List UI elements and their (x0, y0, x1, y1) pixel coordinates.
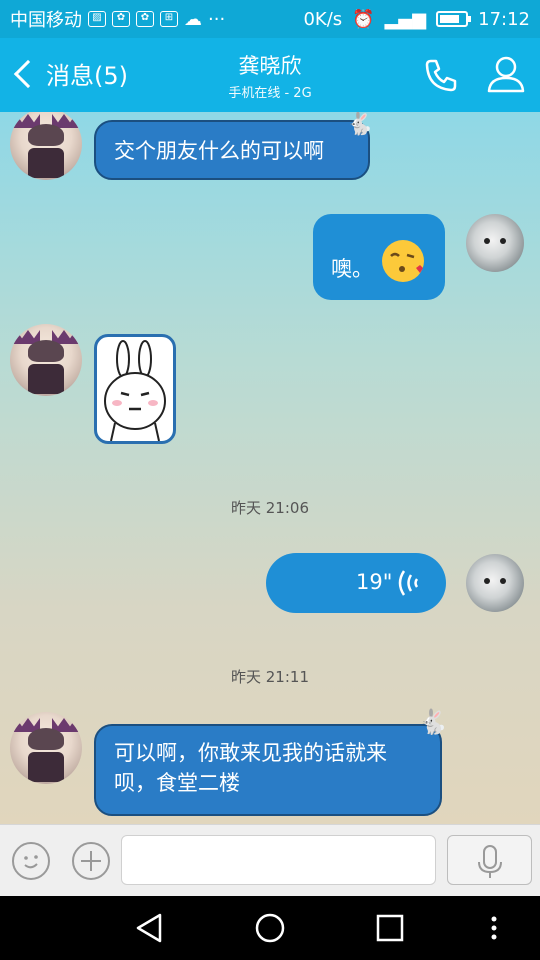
status-bar: 中国移动 ▨ ✿ ✿ ⊞ ☁ ··· 0K/s ⏰ ▂▄▆ 17:12 (0, 0, 540, 38)
message-input[interactable] (121, 835, 436, 885)
recents-square-icon[interactable] (374, 912, 406, 944)
kiss-face-icon (382, 240, 424, 282)
sticker-message[interactable] (94, 334, 176, 444)
my-avatar[interactable] (466, 554, 524, 612)
emoji-button[interactable] (12, 842, 50, 880)
home-circle-icon[interactable] (254, 912, 286, 944)
profile-icon (487, 56, 525, 93)
menu-dots-icon[interactable] (478, 912, 510, 944)
rabbit-decoration-icon: 🐇 (418, 708, 448, 736)
rabbit-sticker-icon (104, 340, 166, 442)
call-button[interactable] (422, 56, 460, 94)
more-icon: ··· (208, 8, 226, 30)
message-bubble[interactable]: 交个朋友什么的可以啊 (94, 120, 370, 180)
time-divider: 昨天 21:11 (231, 668, 309, 686)
chat-area[interactable]: 交个朋友什么的可以啊 🐇 噢。 昨天 21:06 19" 昨天 21:11 可以… (0, 112, 540, 824)
voice-duration: 19" (356, 570, 393, 594)
message-text: 交个朋友什么的可以啊 (114, 139, 324, 163)
contact-avatar[interactable] (10, 324, 82, 396)
time-divider: 昨天 21:06 (231, 499, 309, 517)
status-time: 17:12 (478, 8, 530, 30)
grid-icon: ⊞ (160, 11, 178, 27)
cloud-icon: ☁ (184, 8, 202, 30)
contact-avatar[interactable] (10, 712, 82, 784)
image-icon: ▨ (88, 11, 106, 27)
chat-header: 消息(5) 龚晓欣 手机在线 - 2G (0, 38, 540, 112)
plus-button[interactable] (72, 842, 110, 880)
my-avatar[interactable] (466, 214, 524, 272)
phone-icon (425, 59, 457, 92)
plus-icon (81, 851, 101, 871)
system-nav-bar (0, 896, 540, 960)
voice-message[interactable]: 19" (266, 553, 446, 613)
emoji-icon (24, 855, 38, 869)
message-bubble[interactable]: 可以啊，你敢来见我的话就来呗，食堂二楼 (94, 724, 442, 816)
signal-icon: ▂▄▆ (384, 8, 427, 30)
carrier-label: 中国移动 (10, 10, 82, 31)
paw-icon: ✿ (112, 11, 130, 27)
battery-icon (436, 11, 472, 27)
voice-button[interactable] (447, 835, 532, 885)
rabbit-decoration-icon: 🐇 (346, 112, 374, 137)
message-text: 可以啊，你敢来见我的话就来呗，食堂二楼 (114, 741, 387, 795)
contact-avatar[interactable] (10, 112, 82, 180)
speed-label: 0K/s (303, 8, 343, 30)
voice-wave-icon (398, 570, 419, 596)
alarm-icon: ⏰ (352, 8, 375, 30)
profile-button[interactable] (486, 54, 526, 94)
input-bar (0, 824, 540, 896)
paw-icon: ✿ (136, 11, 154, 27)
back-triangle-icon[interactable] (134, 912, 166, 944)
message-text: 噢。 (331, 257, 373, 281)
microphone-icon (478, 845, 502, 878)
